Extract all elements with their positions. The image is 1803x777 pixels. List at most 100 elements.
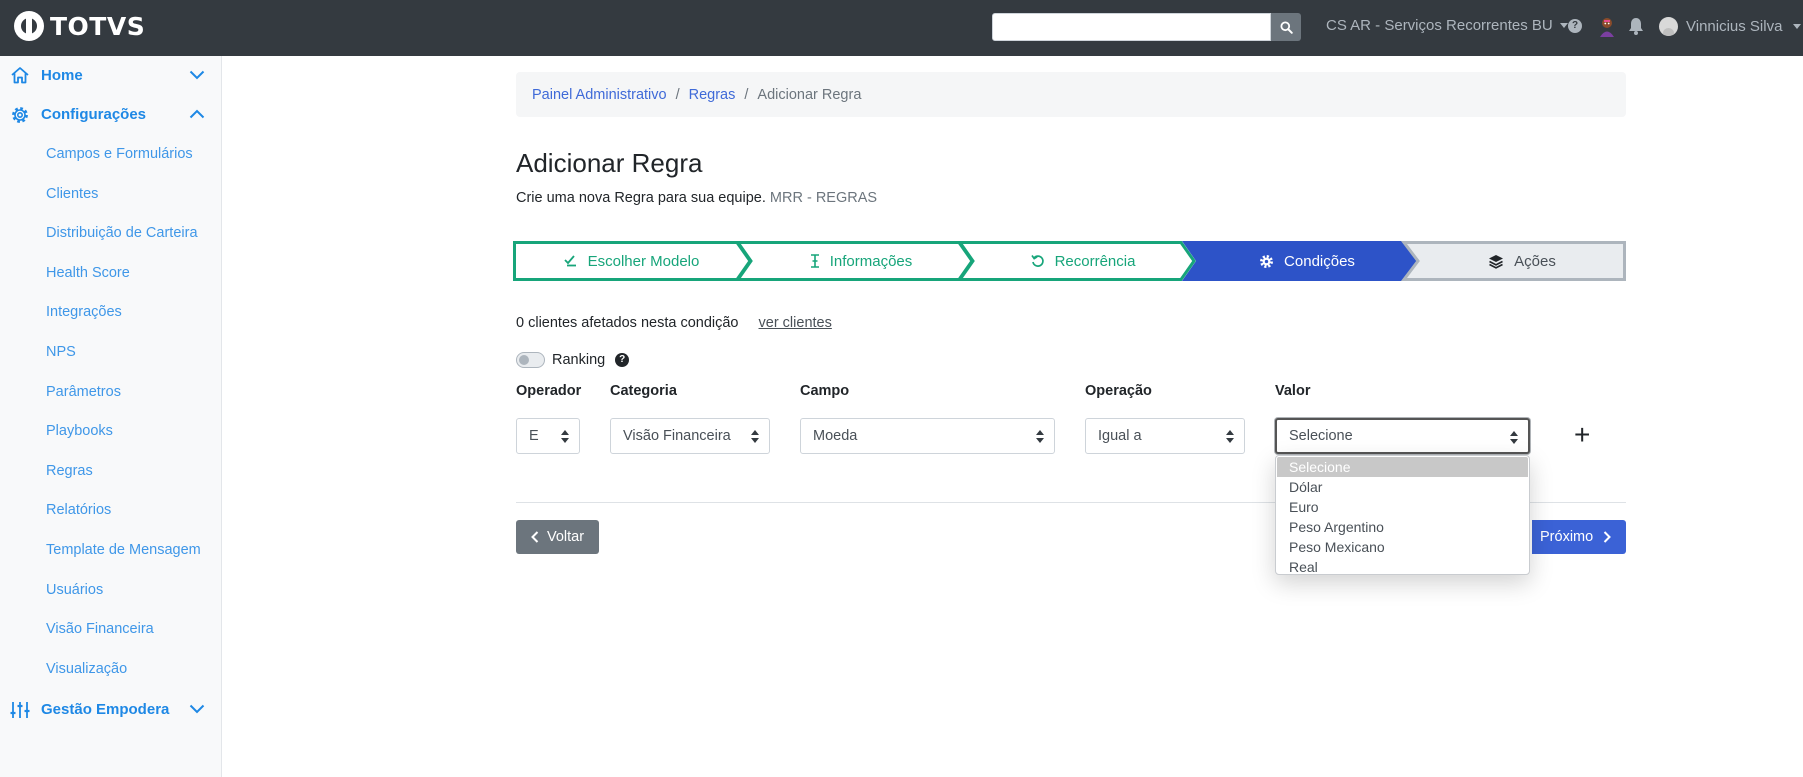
sidebar-item-nps[interactable]: NPS — [46, 344, 76, 360]
team-dropdown[interactable]: CS AR - Serviços Recorrentes BU — [1326, 17, 1568, 34]
subtitle-text: Crie uma nova Regra para sua equipe. — [516, 190, 766, 206]
add-condition-button[interactable]: + — [1574, 420, 1590, 450]
label-valor: Valor — [1275, 383, 1311, 399]
step-informacoes[interactable]: Informações — [750, 241, 972, 281]
bell-icon[interactable] — [1628, 17, 1644, 35]
sidebar-item-clientes[interactable]: Clientes — [46, 186, 98, 202]
ranking-toggle[interactable] — [516, 352, 545, 368]
view-clients-link[interactable]: ver clientes — [759, 315, 832, 331]
home-icon — [11, 67, 29, 84]
ranking-row: Ranking ? — [516, 352, 630, 368]
help-icon[interactable]: ? — [1568, 19, 1582, 33]
dropdown-option[interactable]: Selecione — [1277, 457, 1528, 477]
check-double-icon — [563, 255, 576, 267]
label-campo: Campo — [800, 383, 850, 399]
dropdown-option[interactable]: Dólar — [1277, 477, 1528, 497]
step-recorrencia[interactable]: Recorrência — [972, 241, 1194, 281]
text-cursor-icon — [810, 254, 819, 268]
user-menu[interactable]: Vinnicius Silva — [1659, 17, 1802, 36]
step-condicoes[interactable]: Condições — [1196, 241, 1418, 281]
operador-select[interactable]: E — [516, 418, 580, 454]
sidebar-item-visao-financeira[interactable]: Visão Financeira — [46, 621, 154, 637]
sidebar-item-visualizacao[interactable]: Visualização — [46, 661, 127, 677]
page-title: Adicionar Regra — [516, 148, 703, 178]
sidebar-item-label: Home — [41, 66, 83, 84]
dropdown-option[interactable]: Real — [1277, 557, 1528, 577]
sidebar-item-gestao-empodera[interactable]: Gestão Empodera — [0, 690, 222, 728]
sidebar-item-playbooks[interactable]: Playbooks — [46, 423, 113, 439]
sidebar-item-regras[interactable]: Regras — [46, 463, 93, 479]
sort-arrows-icon — [751, 430, 759, 443]
chevron-down-icon — [189, 70, 205, 80]
sort-arrows-icon — [1036, 430, 1044, 443]
next-label: Próximo — [1540, 529, 1594, 545]
select-value: Visão Financeira — [623, 428, 731, 444]
sidebar-item-home[interactable]: Home — [0, 56, 222, 94]
dropdown-option[interactable]: Peso Mexicano — [1277, 537, 1528, 557]
sidebar: Home Configurações Campos e Formulários … — [0, 56, 222, 777]
affected-text: 0 clientes afetados nesta condição — [516, 315, 739, 331]
search-icon — [1279, 20, 1293, 34]
sidebar-item-usuarios[interactable]: Usuários — [46, 582, 103, 598]
top-navbar: TOTVS CS AR - Serviços Recorrentes BU ? … — [0, 0, 1803, 56]
breadcrumb-current: Adicionar Regra — [757, 86, 862, 103]
step-acoes[interactable]: Ações — [1418, 241, 1626, 281]
affected-clients: 0 clientes afetados nesta condição ver c… — [516, 315, 832, 331]
valor-dropdown-list: Selecione Dólar Euro Peso Argentino Peso… — [1275, 455, 1530, 575]
sidebar-item-label: Configurações — [41, 105, 147, 123]
select-value: Igual a — [1098, 428, 1142, 444]
sliders-icon — [10, 702, 30, 718]
team-name: CS AR - Serviços Recorrentes BU — [1326, 17, 1553, 34]
label-operador: Operador — [516, 383, 582, 399]
sidebar-item-distribuicao-carteira[interactable]: Distribuição de Carteira — [46, 225, 198, 241]
sidebar-item-campos-formularios[interactable]: Campos e Formulários — [46, 146, 193, 162]
dropdown-option[interactable]: Peso Argentino — [1277, 517, 1528, 537]
wizard-stepper: Escolher Modelo Informações Recorrência … — [513, 241, 1626, 281]
label-operacao: Operação — [1085, 383, 1152, 399]
subtitle-tag: MRR - REGRAS — [769, 190, 878, 206]
chevron-right-icon — [1603, 531, 1612, 543]
sidebar-item-health-score[interactable]: Health Score — [46, 265, 130, 281]
avatar — [1659, 17, 1678, 36]
layers-icon — [1489, 254, 1504, 269]
breadcrumb: Painel Administrativo / Regras / Adicion… — [516, 72, 1626, 117]
breadcrumb-separator: / — [744, 86, 749, 103]
sidebar-item-label: Gestão Empodera — [41, 700, 170, 718]
sort-arrows-icon — [561, 430, 569, 443]
undo-icon — [1030, 255, 1044, 267]
next-button[interactable]: Próximo — [1532, 520, 1626, 554]
breadcrumb-link-regras[interactable]: Regras — [689, 87, 736, 103]
valor-select[interactable]: Selecione — [1275, 418, 1530, 454]
breadcrumb-separator: / — [675, 86, 680, 103]
user-name: Vinnicius Silva — [1686, 18, 1783, 35]
totvs-logo-icon — [14, 11, 44, 41]
question-circle-icon[interactable]: ? — [615, 353, 630, 367]
page-subtitle: Crie uma nova Regra para sua equipe. MRR… — [516, 190, 877, 206]
gear-icon — [12, 107, 28, 123]
select-value: E — [529, 428, 539, 444]
operacao-select[interactable]: Igual a — [1085, 418, 1245, 454]
search-input[interactable] — [992, 13, 1271, 41]
totvs-logo[interactable]: TOTVS — [14, 11, 145, 41]
sidebar-item-configuracoes[interactable]: Configurações — [0, 95, 222, 133]
dropdown-option[interactable]: Euro — [1277, 497, 1528, 517]
search-button[interactable] — [1271, 13, 1301, 41]
mascot-icon[interactable] — [1597, 16, 1617, 38]
sidebar-item-integracoes[interactable]: Integrações — [46, 304, 122, 320]
gear-icon — [1260, 254, 1274, 268]
campo-select[interactable]: Moeda — [800, 418, 1055, 454]
step-escolher-modelo[interactable]: Escolher Modelo — [513, 241, 750, 281]
sort-arrows-icon — [1226, 430, 1234, 443]
categoria-select[interactable]: Visão Financeira — [610, 418, 770, 454]
sidebar-item-parametros[interactable]: Parâmetros — [46, 384, 121, 400]
global-search — [992, 13, 1301, 41]
chevron-down-icon — [189, 704, 205, 714]
logo-text: TOTVS — [50, 11, 146, 41]
sidebar-item-relatorios[interactable]: Relatórios — [46, 502, 111, 518]
back-label: Voltar — [546, 529, 585, 545]
chevron-left-icon — [531, 531, 539, 543]
back-button[interactable]: Voltar — [516, 520, 599, 554]
breadcrumb-link-painel[interactable]: Painel Administrativo — [532, 87, 667, 103]
select-value: Selecione — [1289, 428, 1353, 444]
sidebar-item-template-mensagem[interactable]: Template de Mensagem — [46, 542, 201, 558]
